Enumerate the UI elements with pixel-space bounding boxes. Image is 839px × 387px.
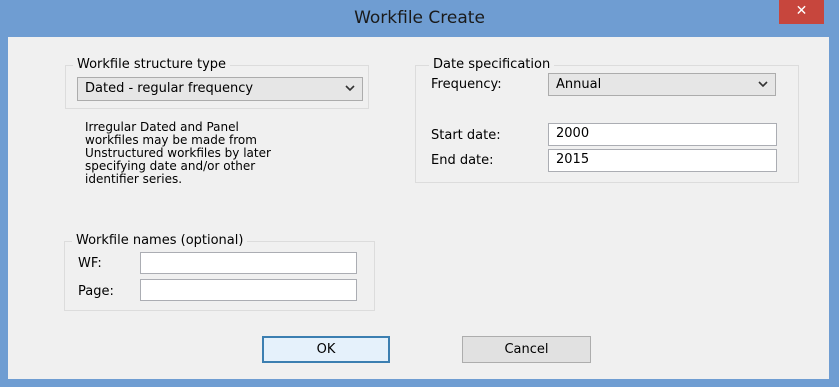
workfile-names-legend: Workfile names (optional): [72, 233, 248, 248]
end-date-input[interactable]: 2015: [548, 149, 777, 172]
structure-type-legend: Workfile structure type: [73, 57, 231, 72]
wf-label: WF:: [78, 256, 102, 271]
close-button[interactable]: ✕: [779, 0, 824, 24]
date-spec-legend: Date specification: [429, 57, 555, 72]
window-title: Workfile Create: [354, 8, 485, 28]
wf-name-input[interactable]: [140, 252, 357, 274]
frequency-value: Annual: [556, 77, 602, 92]
workfile-create-dialog: Workfile Create ✕ Workfile structure typ…: [0, 0, 839, 387]
structure-type-value: Dated - regular frequency: [85, 81, 254, 96]
close-icon: ✕: [795, 3, 808, 19]
dialog-body: Workfile structure type Dated - regular …: [8, 37, 829, 379]
start-date-value: 2000: [556, 126, 590, 141]
note-line: identifier series.: [85, 172, 183, 186]
chevron-down-icon: [345, 85, 355, 92]
cancel-button[interactable]: Cancel: [462, 336, 591, 363]
end-date-value: 2015: [556, 152, 590, 167]
structure-note: Irregular Dated and Panel workfiles may …: [85, 121, 375, 186]
start-date-input[interactable]: 2000: [548, 123, 777, 146]
end-date-label: End date:: [431, 153, 494, 168]
chevron-down-icon: [758, 81, 768, 88]
page-label: Page:: [78, 284, 114, 299]
start-date-label: Start date:: [431, 128, 501, 143]
frequency-select[interactable]: Annual: [548, 73, 776, 96]
structure-type-select[interactable]: Dated - regular frequency: [77, 77, 363, 101]
frequency-label: Frequency:: [431, 77, 502, 92]
page-name-input[interactable]: [140, 279, 357, 301]
ok-button[interactable]: OK: [262, 336, 390, 363]
title-bar[interactable]: Workfile Create ✕: [0, 0, 839, 36]
